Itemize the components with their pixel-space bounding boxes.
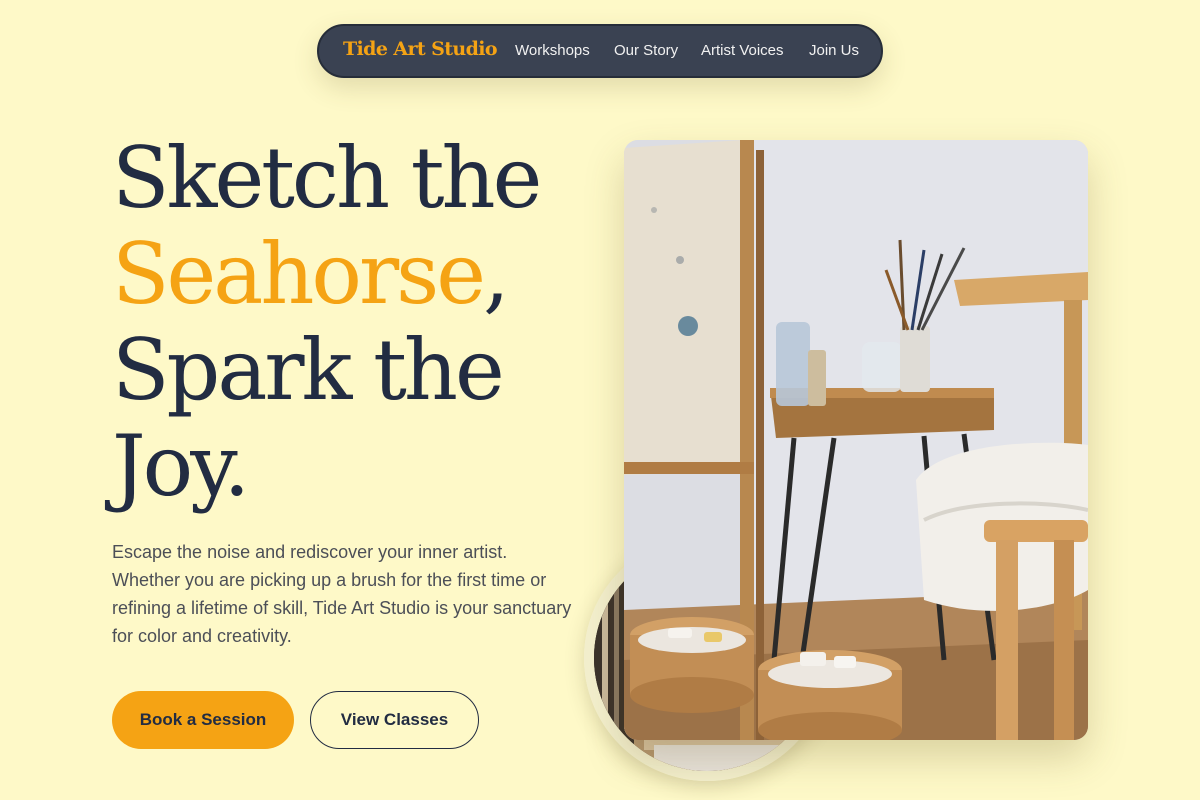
- headline-line-2: Seahorse,: [112, 226, 539, 322]
- nav-link-workshops[interactable]: Workshops: [515, 42, 590, 59]
- book-session-button[interactable]: Book a Session: [112, 691, 294, 749]
- headline-line-3: Spark the: [112, 321, 505, 419]
- nav-link-our-story[interactable]: Our Story: [614, 42, 678, 59]
- headline-line-1: Sketch the: [112, 129, 542, 227]
- headline-comma: ,: [482, 225, 510, 323]
- view-classes-button[interactable]: View Classes: [310, 691, 479, 749]
- brand-logo[interactable]: Tide Art Studio: [343, 38, 498, 60]
- art-studio-illustration: [624, 140, 1088, 740]
- headline-accent-word: Seahorse: [112, 225, 486, 323]
- hero-description: Escape the noise and rediscover your inn…: [112, 542, 572, 646]
- nav-link-join-us[interactable]: Join Us: [809, 42, 859, 59]
- main-nav: Tide Art Studio Workshops Our Story Arti…: [317, 24, 883, 78]
- hero-headline: Sketch the Seahorse, Spark the Joy.: [112, 129, 542, 515]
- headline-line-4: Joy.: [112, 417, 250, 515]
- nav-link-artist-voices[interactable]: Artist Voices: [701, 42, 784, 59]
- art-studio-photo: [624, 140, 1088, 740]
